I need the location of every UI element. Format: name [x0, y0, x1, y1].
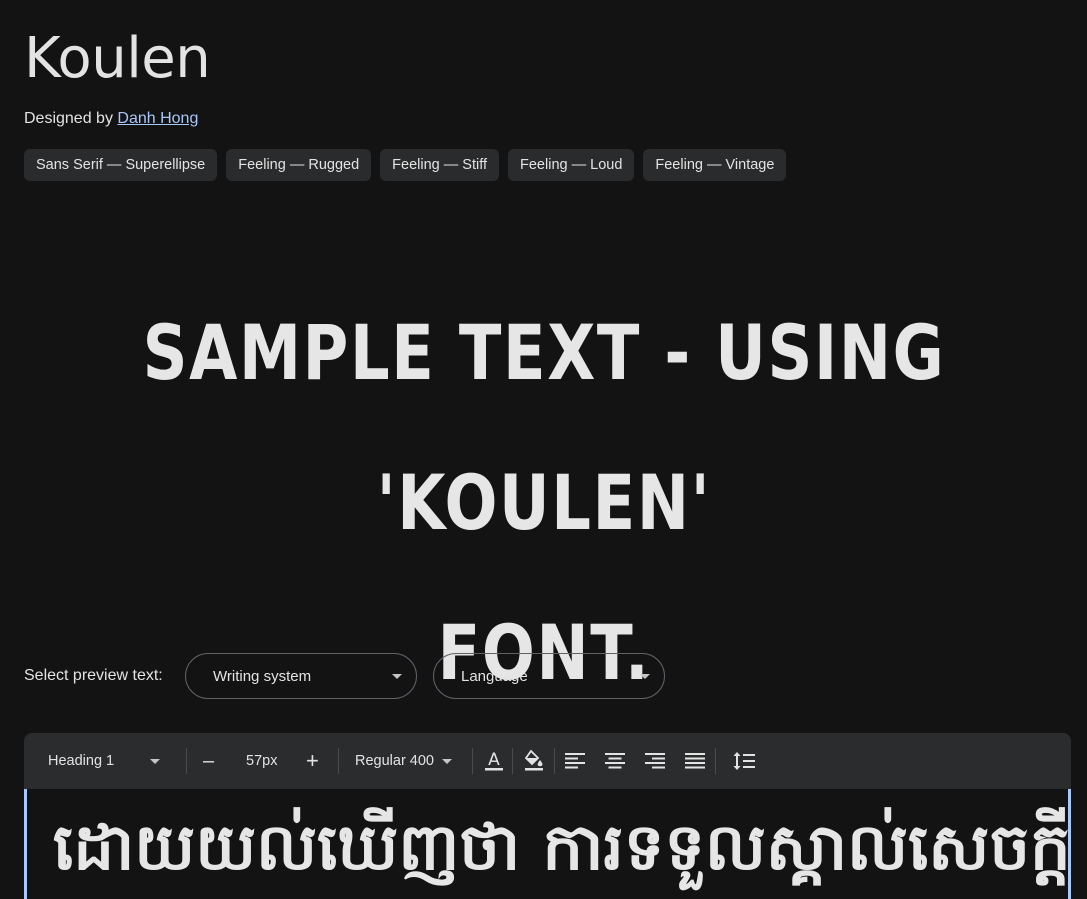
line-height-icon: [733, 752, 755, 770]
font-weight-value: Regular 400: [355, 753, 434, 769]
writing-system-value: Writing system: [213, 667, 312, 685]
highlight-color-button[interactable]: [523, 733, 545, 789]
text-style-select[interactable]: Heading 1: [48, 733, 161, 789]
language-value: Language: [461, 667, 528, 685]
align-justify-icon: [685, 753, 705, 769]
tag-chip[interactable]: Feeling — Loud: [508, 149, 635, 181]
tag-chip[interactable]: Feeling — Rugged: [226, 149, 372, 181]
toolbar-divider: [472, 748, 473, 774]
align-justify-button[interactable]: [685, 733, 705, 789]
minus-icon: –: [203, 749, 215, 772]
align-center-icon: [605, 753, 625, 769]
text-color-button[interactable]: A: [483, 733, 505, 789]
align-right-button[interactable]: [645, 733, 665, 789]
editor-toolbar: Heading 1 – 57px + Regular 400 A: [24, 733, 1071, 789]
increase-size-button[interactable]: +: [306, 733, 319, 789]
svg-text:A: A: [488, 750, 500, 770]
plus-icon: +: [306, 748, 319, 773]
sample-text-line: SAMPLE TEXT - USING 'KOULEN': [142, 308, 946, 547]
chevron-down-icon: [392, 674, 402, 679]
highlight-color-icon: [524, 749, 543, 771]
chevron-down-icon: [150, 758, 161, 764]
designer-line: Designed by Danh Hong: [24, 110, 198, 128]
tag-chip[interactable]: Feeling — Vintage: [643, 149, 787, 181]
align-left-icon: [565, 753, 585, 769]
text-color-icon: A: [485, 750, 503, 771]
editor-text[interactable]: ដោយយល់ឃើញថា ការទទួលស្គាល់សេចក្តី: [53, 803, 1068, 893]
decrease-size-button[interactable]: –: [203, 733, 214, 789]
text-style-value: Heading 1: [48, 753, 115, 769]
writing-system-select[interactable]: Writing system: [185, 653, 417, 699]
toolbar-divider: [186, 748, 187, 774]
tag-chip[interactable]: Sans Serif — Superellipse: [24, 149, 218, 181]
preview-text-label: Select preview text:: [24, 667, 163, 684]
toolbar-divider: [554, 748, 555, 774]
preview-editor[interactable]: ដោយយល់ឃើញថា ការទទួលស្គាល់សេចក្តី: [24, 789, 1071, 899]
chevron-down-icon: [640, 674, 650, 679]
align-center-button[interactable]: [605, 733, 625, 789]
designed-by-label: Designed by: [24, 110, 113, 127]
align-right-icon: [645, 753, 665, 769]
toolbar-divider: [338, 748, 339, 774]
tag-chip[interactable]: Feeling — Stiff: [380, 149, 500, 181]
toolbar-divider: [512, 748, 513, 774]
font-size-value[interactable]: 57px: [246, 733, 277, 789]
chevron-down-icon: [442, 758, 452, 764]
tag-list: Sans Serif — Superellipse Feeling — Rugg…: [24, 149, 787, 181]
font-weight-select[interactable]: Regular 400: [355, 733, 452, 789]
align-left-button[interactable]: [565, 733, 585, 789]
designer-link[interactable]: Danh Hong: [117, 110, 198, 127]
toolbar-divider: [715, 748, 716, 774]
language-select[interactable]: Language: [433, 653, 665, 699]
font-title: Koulen: [24, 26, 211, 91]
line-height-button[interactable]: [733, 733, 755, 789]
